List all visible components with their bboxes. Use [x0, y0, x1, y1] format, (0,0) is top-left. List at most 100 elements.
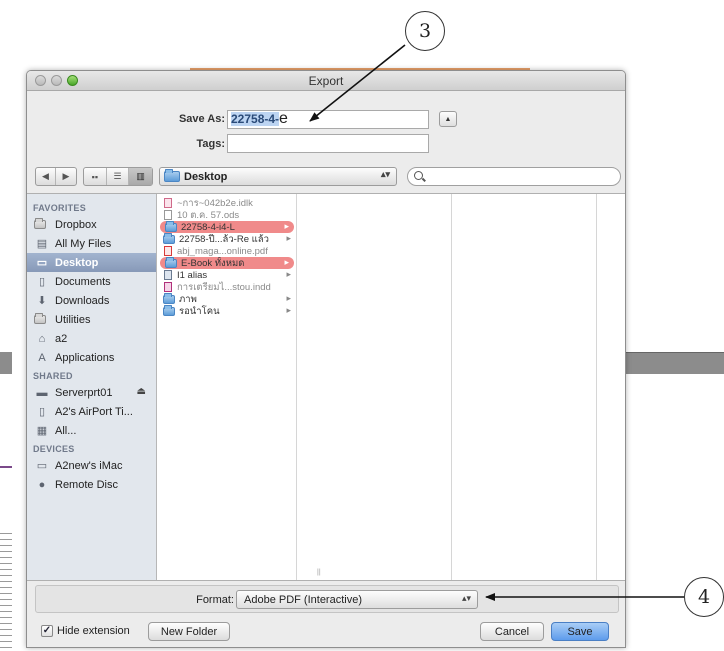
pdf-file-icon: [164, 246, 172, 256]
file-name: ภาพ: [179, 293, 197, 305]
sidebar-item-dropbox[interactable]: Dropbox: [27, 215, 156, 234]
search-icon: [414, 171, 423, 180]
column-resize-handle[interactable]: ||: [317, 569, 321, 576]
list-item[interactable]: I1 alias ▸: [158, 269, 296, 281]
sidebar-item-label: Utilities: [55, 313, 91, 326]
disc-icon: ●: [38, 478, 46, 491]
sidebar-item-label: A2's AirPort Ti...: [55, 405, 133, 418]
folder-icon: [163, 305, 175, 316]
save-as-label: Save As:: [178, 113, 225, 125]
save-as-input[interactable]: 22758-4-e: [227, 110, 429, 129]
folder-icon: [163, 293, 175, 304]
background-document-band: [624, 352, 724, 374]
chevron-right-icon: ▸: [286, 269, 291, 279]
sidebar-item-all-my-files[interactable]: ▤ All My Files: [27, 234, 156, 253]
list-item[interactable]: 10 ต.ค. 57.ods: [158, 209, 296, 221]
file-column-desktop: ~การ~042b2e.idlk 10 ต.ค. 57.ods 22758-4-…: [158, 194, 297, 580]
column-view-icon[interactable]: ▥: [129, 168, 152, 185]
spreadsheet-file-icon: [164, 210, 172, 220]
list-item[interactable]: รอนำโคน ▸: [158, 305, 296, 317]
imac-icon: ▭: [36, 460, 48, 472]
list-item[interactable]: abj_maga...online.pdf: [158, 245, 296, 257]
folder-icon: [34, 313, 49, 326]
list-item[interactable]: E-Book ทั้งหมด ▸: [160, 257, 294, 269]
chevron-right-icon: ▸: [286, 305, 291, 315]
popup-stepper-icon: ▴▾: [461, 593, 471, 603]
file-name: การเตรียมไ...stou.indd: [177, 281, 271, 293]
location-label: Desktop: [184, 170, 228, 183]
sidebar-item-applications[interactable]: A Applications: [27, 348, 156, 367]
format-select[interactable]: Adobe PDF (Interactive) ▴▾: [236, 590, 478, 609]
sidebar-item-serverprt01[interactable]: ▬ Serverprt01 ⏏: [27, 383, 156, 402]
location-popup[interactable]: Desktop ▴▾: [159, 167, 397, 186]
desktop-folder-icon: [164, 169, 180, 182]
file-name: 10 ต.ค. 57.ods: [177, 209, 240, 221]
server-icon: ▬: [36, 386, 48, 399]
sidebar-item-airport[interactable]: ▯ A2's AirPort Ti...: [27, 402, 156, 421]
sidebar-item-label: Dropbox: [55, 218, 97, 231]
sidebar-item-label: Desktop: [55, 256, 99, 269]
file-column-empty: [597, 194, 625, 580]
new-folder-button[interactable]: New Folder: [148, 622, 230, 641]
title-bar: Export: [27, 71, 625, 91]
hide-extension-checkbox[interactable]: ✓: [41, 625, 53, 637]
callout-4: 4: [684, 577, 724, 617]
icon-view-icon[interactable]: ▪▪: [84, 168, 107, 185]
file-column-empty: [452, 194, 597, 580]
forward-icon[interactable]: ▶: [56, 168, 76, 185]
file-name: รอนำโคน: [179, 305, 220, 317]
sidebar-item-utilities[interactable]: Utilities: [27, 310, 156, 329]
search-field[interactable]: [407, 167, 621, 186]
file-browser: FAVORITES Dropbox ▤ All My Files ▭ Desktop…: [27, 193, 625, 581]
list-view-icon[interactable]: ☰: [107, 168, 130, 185]
file-column-empty: [297, 194, 452, 580]
sidebar-item-label: A2new's iMac: [55, 459, 123, 472]
list-item[interactable]: 22758-4-i4-L ▸: [160, 221, 294, 233]
browser-toolbar: ◀ ▶ ▪▪ ☰ ▥ Desktop ▴▾: [27, 166, 625, 188]
tags-row: Tags:: [27, 134, 625, 154]
downloads-icon: ⬇: [37, 295, 47, 307]
eject-icon[interactable]: ⏏: [137, 386, 146, 397]
view-mode-buttons: ▪▪ ☰ ▥: [83, 167, 153, 186]
list-item[interactable]: ~การ~042b2e.idlk: [158, 197, 296, 209]
sidebar-item-label: Remote Disc: [55, 478, 118, 491]
sidebar-item-remote-disc[interactable]: ● Remote Disc: [27, 475, 156, 494]
sidebar-item-documents[interactable]: ▯ Documents: [27, 272, 156, 291]
save-as-selected-text: 22758-4-: [231, 112, 280, 126]
sidebar: FAVORITES Dropbox ▤ All My Files ▭ Desktop…: [27, 194, 157, 580]
file-name: E-Book ทั้งหมด: [181, 257, 245, 269]
list-item[interactable]: การเตรียมไ...stou.indd: [158, 281, 296, 293]
sidebar-item-a2[interactable]: ⌂ a2: [27, 329, 156, 348]
navigation-buttons: ◀ ▶: [35, 167, 77, 186]
sidebar-item-label: Documents: [55, 275, 111, 288]
sidebar-item-label: Downloads: [55, 294, 110, 307]
file-name: 22758-ปี...ล้ว-Re แล้ว: [179, 233, 269, 245]
background-document-text: [0, 530, 12, 650]
sidebar-item-label: All...: [55, 424, 77, 437]
popup-stepper-icon: ▴▾: [380, 169, 390, 179]
file-name: ~การ~042b2e.idlk: [177, 197, 253, 209]
sidebar-item-all-network[interactable]: ▦ All...: [27, 421, 156, 440]
callout-3: 3: [405, 11, 445, 51]
export-dialog: Export Save As: 22758-4-e ▲ Tags: ◀ ▶ ▪▪…: [26, 70, 626, 648]
hide-extension-label[interactable]: Hide extension: [57, 625, 130, 637]
collapse-dialog-button[interactable]: ▲: [439, 111, 457, 127]
format-options: Format: Adobe PDF (Interactive) ▴▾: [35, 585, 619, 613]
sidebar-item-desktop[interactable]: ▭ Desktop: [27, 253, 156, 272]
sidebar-item-downloads[interactable]: ⬇ Downloads: [27, 291, 156, 310]
dialog-button-bar: ✓ Hide extension New Folder Cancel Save: [27, 619, 625, 647]
folder-icon: [34, 218, 49, 231]
chevron-right-icon: ▸: [284, 221, 289, 231]
window-title: Export: [308, 74, 344, 88]
chevron-right-icon: ▸: [284, 257, 289, 267]
list-item[interactable]: ภาพ ▸: [158, 293, 296, 305]
cancel-button[interactable]: Cancel: [480, 622, 544, 641]
file-name: 22758-4-i4-L: [181, 221, 235, 233]
list-item[interactable]: 22758-ปี...ล้ว-Re แล้ว ▸: [158, 233, 296, 245]
sidebar-item-imac[interactable]: ▭ A2new's iMac: [27, 456, 156, 475]
indesign-file-icon: [164, 282, 172, 292]
save-button[interactable]: Save: [551, 622, 609, 641]
documents-icon: ▯: [38, 276, 46, 288]
back-icon[interactable]: ◀: [36, 168, 56, 185]
tags-input[interactable]: [227, 134, 429, 153]
